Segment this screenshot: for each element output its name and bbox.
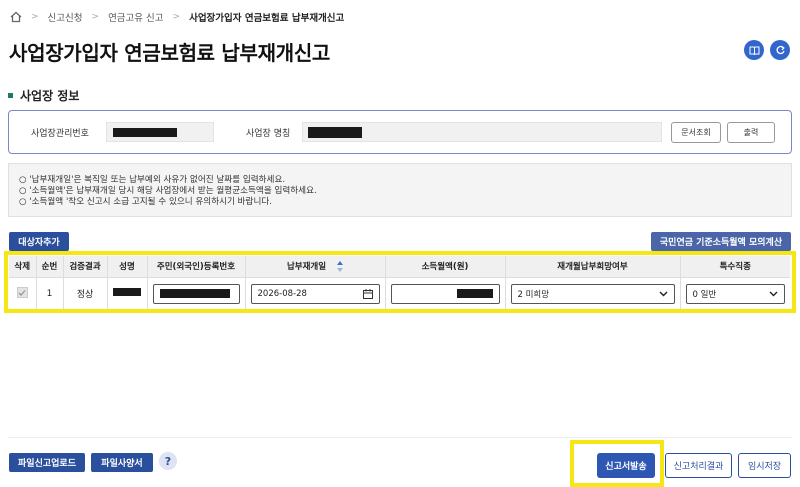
chevron-right-icon: > (172, 12, 181, 22)
section-title: 사업장 정보 (8, 87, 79, 104)
chevron-right-icon: > (91, 12, 100, 22)
refresh-button[interactable] (770, 40, 790, 60)
help-icon[interactable]: ? (159, 452, 177, 470)
footer-divider (8, 437, 792, 438)
breadcrumb-item[interactable]: 연금고유 신고 (108, 10, 163, 24)
book-icon (749, 46, 759, 55)
workplace-info-box: 사업장관리번호 사업장 명칭 문서조회 출력 (8, 110, 792, 154)
add-target-button[interactable]: 대상자추가 (9, 232, 69, 251)
breadcrumb-current: 사업장가입자 연금보험료 납부재개신고 (189, 13, 345, 24)
result-button[interactable]: 신고처리결과 (665, 453, 732, 478)
home-icon[interactable] (10, 11, 22, 23)
mgmt-no-field (106, 122, 214, 142)
masked-value (308, 127, 362, 138)
table-highlight-box (4, 251, 796, 313)
income-simulation-button[interactable]: 국민연금 기준소득월액 모의계산 (651, 232, 791, 251)
file-upload-button[interactable]: 파일신고업로드 (9, 453, 85, 472)
doc-lookup-button[interactable]: 문서조회 (671, 122, 721, 143)
bullet-square-icon (8, 93, 13, 98)
chevron-right-icon: > (31, 12, 39, 22)
notice-line: ○ '납부재개일'은 복직일 또는 납부예외 사유가 없어진 날짜를 입력하세요… (19, 175, 286, 185)
manual-button[interactable] (744, 40, 764, 60)
notice-box: ○ '납부재개일'은 복직일 또는 납부예외 사유가 없어진 날짜를 입력하세요… (8, 163, 792, 217)
notice-line: ○ '소득월액'은 납부재개일 당시 해당 사업장에서 받는 월평균소득액을 입… (19, 186, 317, 196)
print-button[interactable]: 출력 (727, 122, 775, 143)
temp-save-button[interactable]: 임시저장 (738, 453, 791, 478)
refresh-icon (776, 45, 785, 54)
breadcrumb: > 신고신청 > 연금고유 신고 > 사업장가입자 연금보험료 납부재개신고 (10, 8, 344, 26)
mgmt-no-label: 사업장관리번호 (31, 129, 89, 139)
workplace-name-label: 사업장 명칭 (246, 129, 291, 139)
masked-value (113, 128, 177, 137)
workplace-name-field (302, 122, 662, 142)
notice-line: ○ '소득월액 '착오 신고시 소급 고지될 수 있으니 유의하시기 바랍니다. (19, 197, 273, 207)
breadcrumb-item[interactable]: 신고신청 (48, 10, 83, 24)
submit-button[interactable]: 신고서발송 (597, 453, 655, 478)
file-spec-button[interactable]: 파일사양서 (91, 453, 153, 472)
page-title: 사업장가입자 연금보험료 납부재개신고 (9, 41, 331, 65)
